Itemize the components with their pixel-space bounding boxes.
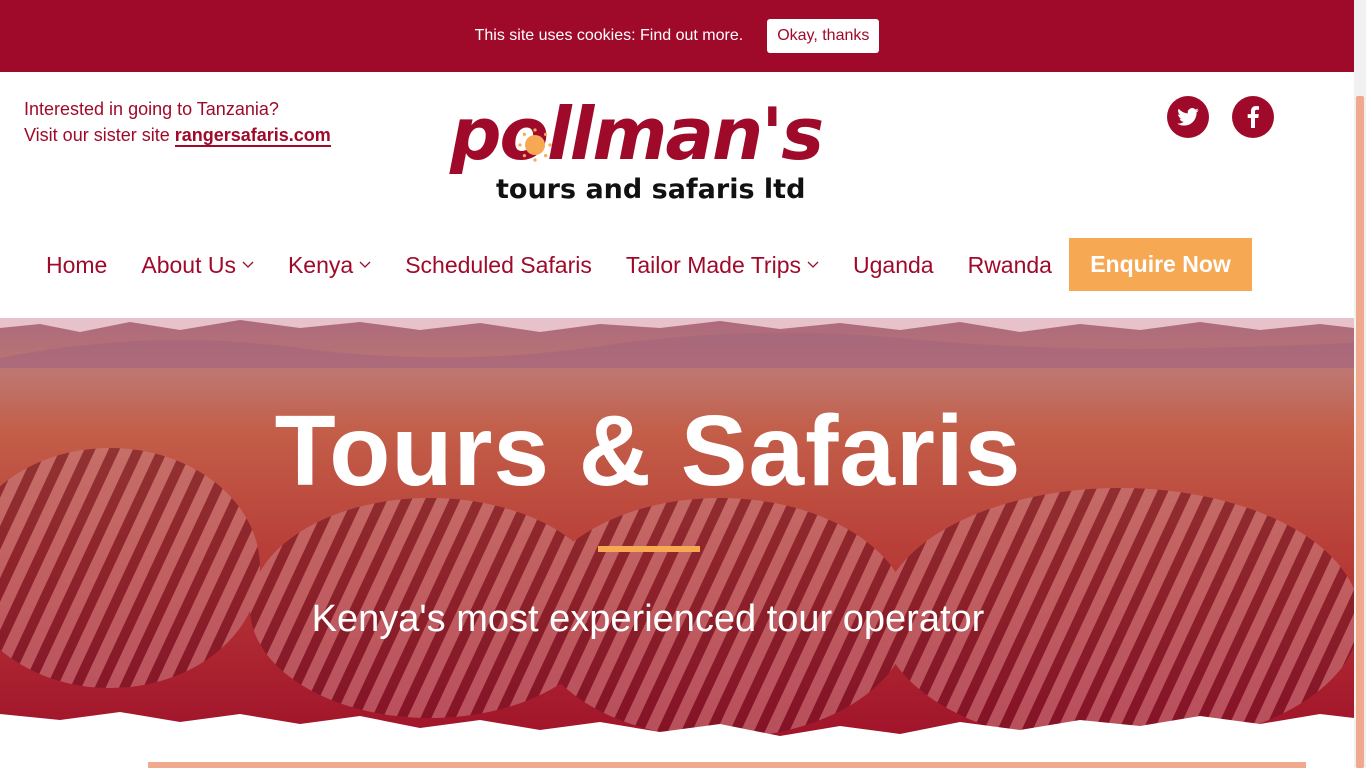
content-top-edge xyxy=(148,762,1306,768)
hero-subtitle: Kenya's most experienced tour operator xyxy=(311,598,985,640)
sun-icon xyxy=(518,128,552,162)
nav-label: Home xyxy=(46,251,108,278)
chevron-down-icon xyxy=(359,261,371,268)
sister-prefix: Visit our sister site xyxy=(24,125,175,145)
hero-divider xyxy=(598,546,700,552)
nav-label: Scheduled Safaris xyxy=(405,251,592,278)
hero-background-image xyxy=(0,318,1354,768)
sister-line-2: Visit our sister site rangersafaris.com xyxy=(24,122,331,148)
cookie-accept-button[interactable]: Okay, thanks xyxy=(767,19,880,53)
enquire-now-button[interactable]: Enquire Now xyxy=(1069,238,1252,291)
nav-rwanda[interactable]: Rwanda xyxy=(968,252,1052,279)
logo-wordmark: pollman's xyxy=(450,92,824,176)
nav-home[interactable]: Home xyxy=(46,252,107,279)
facebook-link[interactable] xyxy=(1232,96,1274,138)
nav-kenya[interactable]: Kenya xyxy=(288,252,371,279)
cookie-bar: This site uses cookies: Find out more. O… xyxy=(0,0,1354,72)
twitter-icon xyxy=(1177,108,1199,126)
nav-label: About Us xyxy=(141,251,236,278)
cookie-message[interactable]: This site uses cookies: Find out more. xyxy=(475,27,744,45)
chevron-down-icon xyxy=(242,261,254,268)
twitter-link[interactable] xyxy=(1167,96,1209,138)
sister-site-notice: Interested in going to Tanzania? Visit o… xyxy=(24,96,331,148)
nav-about-us[interactable]: About Us xyxy=(141,252,254,279)
sister-site-link[interactable]: rangersafaris.com xyxy=(174,125,331,147)
page-scrollbar[interactable] xyxy=(1354,0,1366,768)
site-logo[interactable]: pollman's tours and safaris ltd xyxy=(450,92,830,210)
hero-title: Tours & Safaris xyxy=(274,395,1022,507)
chevron-down-icon xyxy=(807,261,819,268)
nav-label: Kenya xyxy=(287,251,354,278)
nav-label: Uganda xyxy=(853,251,934,278)
nav-label: Tailor Made Trips xyxy=(625,251,801,278)
sister-line-1: Interested in going to Tanzania? xyxy=(24,99,279,119)
nav-tailor-made-trips[interactable]: Tailor Made Trips xyxy=(626,252,819,279)
nav-label: Rwanda xyxy=(967,251,1052,278)
hero-banner: Tours & Safaris Kenya's most experienced… xyxy=(0,318,1354,768)
scrollbar-thumb[interactable] xyxy=(1356,96,1364,768)
nav-scheduled-safaris[interactable]: Scheduled Safaris xyxy=(405,252,592,279)
page: This site uses cookies: Find out more. O… xyxy=(0,0,1366,768)
nav-uganda[interactable]: Uganda xyxy=(853,252,934,279)
facebook-icon xyxy=(1247,106,1259,128)
main-nav: Home About Us Kenya Scheduled Safaris Ta… xyxy=(46,238,1086,292)
logo-tagline: tours and safaris ltd xyxy=(496,174,806,205)
